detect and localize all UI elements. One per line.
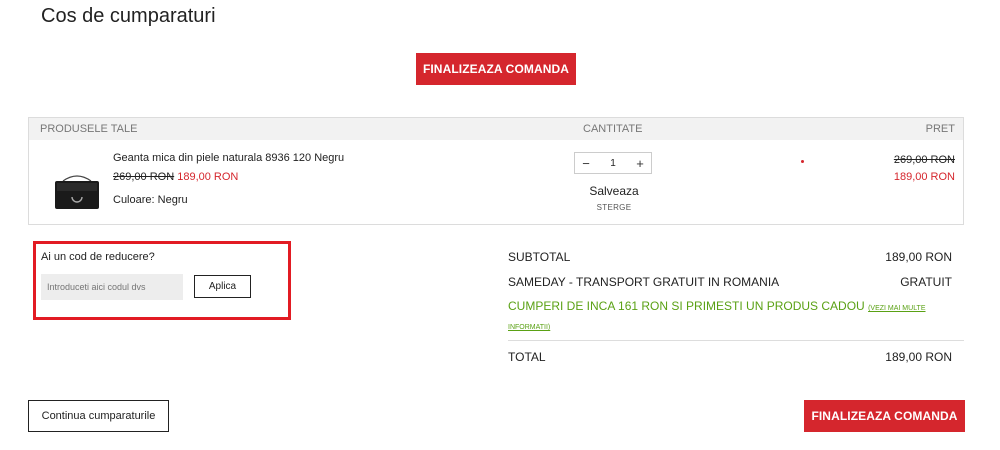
- product-name[interactable]: Geanta mica din piele naturala 8936 120 …: [113, 152, 344, 164]
- subtotal-label: SUBTOTAL: [508, 250, 571, 264]
- shipping-value: GRATUIT: [900, 275, 952, 289]
- quantity-stepper[interactable]: − 1 +: [574, 152, 652, 174]
- row-old-price: 269,00 RON: [893, 154, 955, 166]
- promo-message: CUMPERI DE INCA 161 RON SI PRIMESTI UN P…: [508, 298, 948, 336]
- cart-table-header: PRODUSELE TALE CANTITATE PRET: [29, 118, 963, 140]
- row-new-price: 189,00 RON: [893, 171, 955, 183]
- checkout-button-top[interactable]: FINALIZEAZA COMANDA: [416, 53, 576, 85]
- continue-shopping-button[interactable]: Continua cumparaturile: [28, 400, 169, 432]
- dot-icon: [801, 160, 804, 163]
- subtotal-value: 189,00 RON: [885, 250, 952, 264]
- header-products: PRODUSELE TALE: [40, 123, 138, 135]
- plus-icon[interactable]: +: [629, 156, 651, 171]
- coupon-input[interactable]: [41, 274, 183, 300]
- product-thumbnail[interactable]: [49, 167, 105, 211]
- total-value: 189,00 RON: [885, 350, 952, 364]
- coupon-question: Ai un cod de reducere?: [41, 251, 155, 263]
- page-title: Cos de cumparaturi: [41, 5, 216, 27]
- product-attribute: Culoare: Negru: [113, 194, 188, 206]
- quantity-value[interactable]: 1: [610, 158, 616, 169]
- header-price: PRET: [925, 123, 955, 135]
- apply-coupon-button[interactable]: Aplica: [194, 275, 251, 298]
- minus-icon[interactable]: −: [575, 156, 597, 171]
- coupon-section: Ai un cod de reducere? Aplica: [33, 241, 291, 320]
- save-for-later-link[interactable]: Salveaza: [587, 184, 641, 198]
- shipping-label: SAMEDAY - TRANSPORT GRATUIT IN ROMANIA: [508, 275, 780, 289]
- promo-text: CUMPERI DE INCA 161 RON SI PRIMESTI UN P…: [508, 299, 865, 313]
- product-new-price: 189,00 RON: [177, 171, 239, 183]
- summary-divider: [508, 340, 964, 341]
- cart-table: PRODUSELE TALE CANTITATE PRET Geanta mic…: [28, 117, 964, 225]
- product-old-price: 269,00 RON: [113, 171, 175, 183]
- remove-link[interactable]: STERGE: [589, 203, 639, 212]
- product-price: 269,00 RON 189,00 RON: [113, 171, 238, 183]
- header-quantity: CANTITATE: [583, 123, 643, 135]
- checkout-button-bottom[interactable]: FINALIZEAZA COMANDA: [804, 400, 965, 432]
- total-label: TOTAL: [508, 350, 546, 364]
